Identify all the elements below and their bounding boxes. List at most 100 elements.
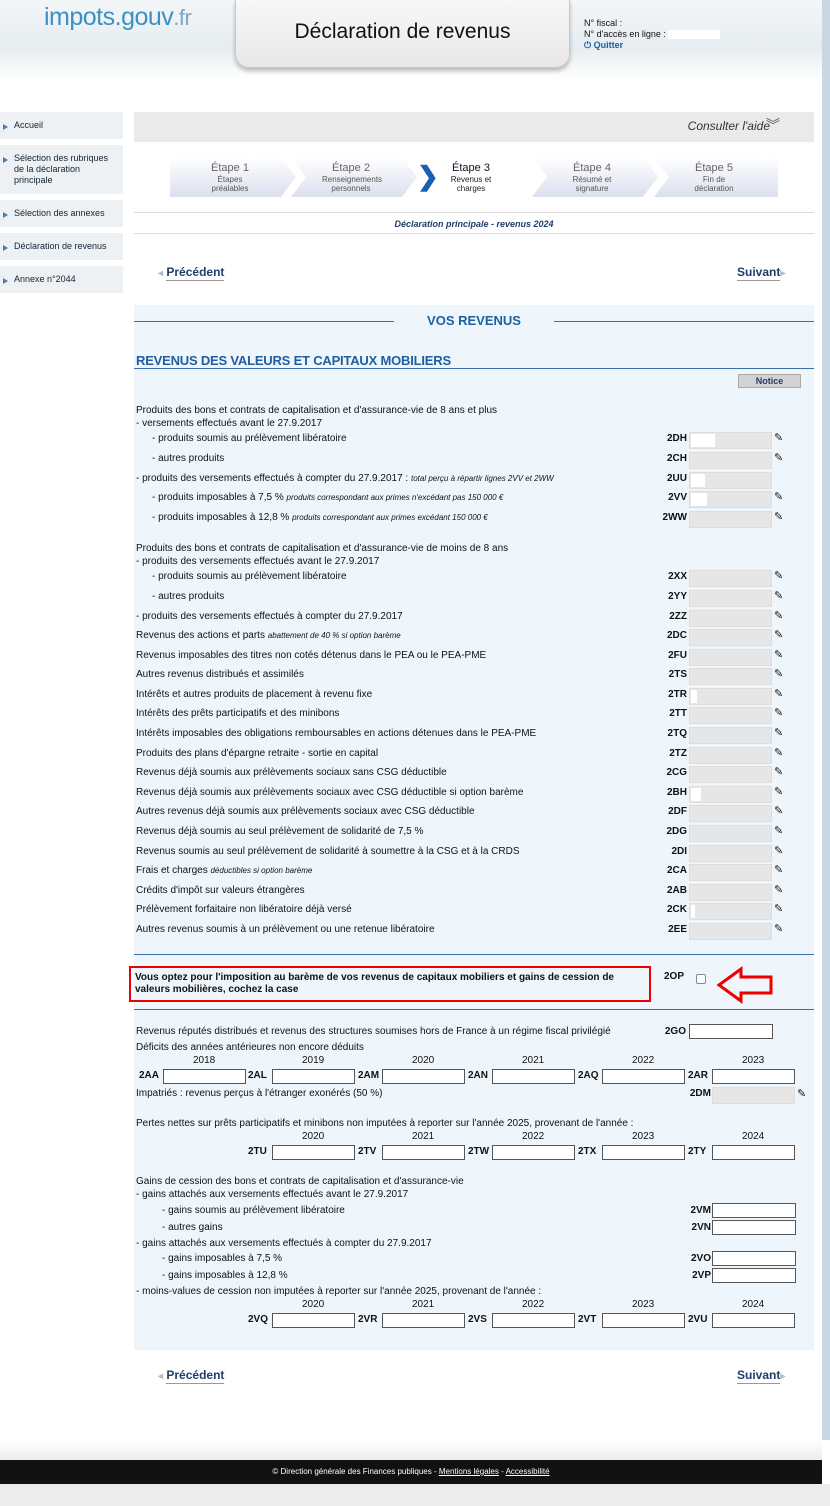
gains-input[interactable] xyxy=(712,1203,796,1218)
pencil-icon[interactable]: ✎ xyxy=(774,785,783,798)
option-2op-checkbox[interactable] xyxy=(696,974,706,984)
income-input[interactable] xyxy=(689,452,772,469)
year-input[interactable] xyxy=(602,1313,685,1328)
year-input[interactable] xyxy=(163,1069,246,1084)
gains-input[interactable] xyxy=(712,1220,796,1235)
mentions-legales-link[interactable]: Mentions légales xyxy=(439,1467,499,1476)
pencil-icon[interactable]: ✎ xyxy=(774,628,783,641)
pencil-icon[interactable]: ✎ xyxy=(774,706,783,719)
year-input[interactable] xyxy=(602,1069,685,1084)
year-input[interactable] xyxy=(382,1145,465,1160)
income-input[interactable] xyxy=(689,727,772,744)
year-input[interactable] xyxy=(712,1145,795,1160)
year-input[interactable] xyxy=(272,1313,355,1328)
income-input[interactable] xyxy=(689,649,772,666)
prev-button-bottom[interactable]: ◂ Précédent xyxy=(158,1368,225,1384)
year-input[interactable] xyxy=(602,1145,685,1160)
pencil-icon[interactable]: ✎ xyxy=(797,1087,806,1100)
pencil-icon[interactable]: ✎ xyxy=(774,844,783,857)
income-input[interactable] xyxy=(689,688,772,705)
year-input[interactable] xyxy=(492,1145,575,1160)
pencil-icon[interactable]: ✎ xyxy=(774,667,783,680)
income-row-label: Intérêts imposables des obligations remb… xyxy=(136,728,536,740)
pencil-icon[interactable]: ✎ xyxy=(774,648,783,661)
step-title: Étape 2 xyxy=(332,162,370,174)
next-button-bottom[interactable]: Suivant▸ xyxy=(737,1368,785,1384)
pencil-icon[interactable]: ✎ xyxy=(774,510,783,523)
accessibilite-link[interactable]: Accessibilité xyxy=(506,1467,550,1476)
income-input[interactable] xyxy=(689,903,772,920)
sidebar-item-rubriques[interactable]: Sélection des rubriques de la déclaratio… xyxy=(0,145,123,194)
year-input[interactable] xyxy=(382,1069,465,1084)
income-input[interactable] xyxy=(689,629,772,646)
box-code: 2TR xyxy=(668,689,687,700)
income-input[interactable] xyxy=(689,923,772,940)
next-button-top[interactable]: Suivant▸ xyxy=(737,265,785,281)
pencil-icon[interactable]: ✎ xyxy=(774,589,783,602)
income-input[interactable] xyxy=(689,845,772,862)
year-input[interactable] xyxy=(492,1313,575,1328)
prev-button-top[interactable]: ◂ Précédent xyxy=(158,265,225,281)
income-input[interactable] xyxy=(689,884,772,901)
pencil-icon[interactable]: ✎ xyxy=(774,726,783,739)
income-input[interactable] xyxy=(689,766,772,783)
income-input[interactable] xyxy=(689,432,772,449)
pencil-icon[interactable]: ✎ xyxy=(774,824,783,837)
income-input[interactable] xyxy=(689,864,772,881)
go-input[interactable] xyxy=(689,1024,773,1039)
notice-button[interactable]: Notice xyxy=(738,374,801,388)
income-input[interactable] xyxy=(689,825,772,842)
pencil-icon[interactable]: ✎ xyxy=(774,922,783,935)
pertes-label: Pertes nettes sur prêts participatifs et… xyxy=(136,1118,634,1129)
pencil-icon[interactable]: ✎ xyxy=(774,902,783,915)
sidebar-item-declaration[interactable]: Déclaration de revenus xyxy=(0,233,123,260)
dm-input[interactable] xyxy=(712,1087,795,1104)
help-bar[interactable]: Consulter l'aide ︾ xyxy=(134,112,814,142)
year-input[interactable] xyxy=(712,1069,795,1084)
income-input[interactable] xyxy=(689,707,772,724)
year-input[interactable] xyxy=(272,1069,355,1084)
income-input[interactable] xyxy=(689,472,772,489)
income-input[interactable] xyxy=(689,590,772,607)
year-input[interactable] xyxy=(492,1069,575,1084)
logo-text-2: .gouv xyxy=(114,3,174,31)
pencil-icon[interactable]: ✎ xyxy=(774,804,783,817)
year-code: 2VU xyxy=(688,1314,708,1325)
income-input[interactable] xyxy=(689,491,772,508)
pencil-icon[interactable]: ✎ xyxy=(774,431,783,444)
step-5: Étape 5 Fin de déclaration xyxy=(664,157,764,197)
sidebar-item-accueil[interactable]: Accueil xyxy=(0,112,123,139)
pencil-icon[interactable]: ✎ xyxy=(774,746,783,759)
pencil-icon[interactable]: ✎ xyxy=(774,687,783,700)
quit-link[interactable]: ⏻ Quitter xyxy=(584,40,720,51)
input-value xyxy=(691,474,705,487)
income-input[interactable] xyxy=(689,610,772,627)
income-row-label: - produits imposables à 7,5 % produits c… xyxy=(152,492,503,504)
access-number-value xyxy=(668,30,721,40)
year-input[interactable] xyxy=(272,1145,355,1160)
sidebar: Accueil Sélection des rubriques de la dé… xyxy=(0,112,123,299)
income-input[interactable] xyxy=(689,511,772,528)
chevron-down-icon[interactable]: ︾ xyxy=(766,115,780,135)
pencil-icon[interactable]: ✎ xyxy=(774,490,783,503)
box-code: 2EE xyxy=(668,924,687,935)
gains-input[interactable] xyxy=(712,1251,796,1266)
year-input[interactable] xyxy=(382,1313,465,1328)
income-input[interactable] xyxy=(689,668,772,685)
year-input[interactable] xyxy=(712,1313,795,1328)
pencil-icon[interactable]: ✎ xyxy=(774,863,783,876)
pencil-icon[interactable]: ✎ xyxy=(774,569,783,582)
pencil-icon[interactable]: ✎ xyxy=(774,765,783,778)
income-input[interactable] xyxy=(689,805,772,822)
pencil-icon[interactable]: ✎ xyxy=(774,883,783,896)
income-input[interactable] xyxy=(689,570,772,587)
impots-logo[interactable]: impots.gouv.fr xyxy=(44,3,192,32)
sidebar-item-annexe-2044[interactable]: Annexe n°2044 xyxy=(0,266,123,293)
pencil-icon[interactable]: ✎ xyxy=(774,451,783,464)
gains-input[interactable] xyxy=(712,1268,796,1283)
income-input[interactable] xyxy=(689,747,772,764)
income-input[interactable] xyxy=(689,786,772,803)
sidebar-item-annexes[interactable]: Sélection des annexes xyxy=(0,200,123,227)
help-link[interactable]: Consulter l'aide xyxy=(688,119,770,133)
pencil-icon[interactable]: ✎ xyxy=(774,609,783,622)
